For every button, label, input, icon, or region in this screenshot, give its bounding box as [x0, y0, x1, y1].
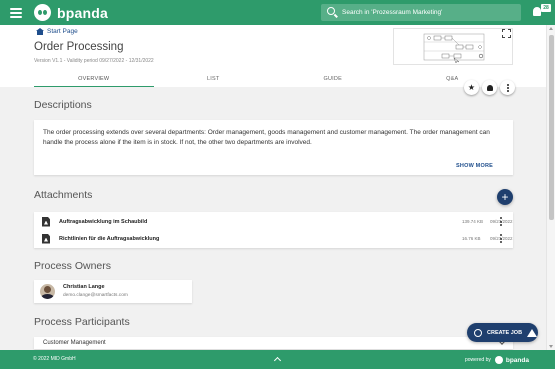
owner-name: Christian Lange: [63, 284, 105, 290]
bpanda-logo[interactable]: bpanda: [34, 4, 108, 21]
show-more-button[interactable]: SHOW MORE: [456, 163, 493, 169]
attachment-row[interactable]: Auftragsabwicklung im Schaubild 139.74 K…: [34, 215, 513, 228]
breadcrumb-label: Start Page: [47, 28, 78, 35]
job-check-icon: [474, 328, 482, 337]
panda-logo-icon: [494, 356, 503, 364]
tab-list[interactable]: LIST: [154, 71, 274, 87]
scroll-down-icon[interactable]: [549, 345, 553, 348]
description-text: The order processing extends over severa…: [43, 129, 490, 146]
image-file-icon: [42, 216, 50, 227]
warning-icon: [527, 328, 538, 337]
scroll-up-icon[interactable]: [549, 27, 553, 30]
search-input[interactable]: [342, 6, 517, 19]
descriptions-heading: Descriptions: [34, 99, 92, 111]
process-owners-heading: Process Owners: [34, 260, 112, 272]
avatar: [40, 284, 55, 299]
panda-logo-icon: [34, 4, 51, 21]
attachments-heading: Attachments: [34, 189, 93, 201]
descriptions-card: The order processing extends over severa…: [34, 120, 513, 175]
scroll-thumb[interactable]: [549, 35, 554, 220]
more-options-icon[interactable]: [500, 80, 515, 95]
participants-group-row[interactable]: Customer Management: [34, 337, 513, 349]
attachment-more-icon[interactable]: [499, 234, 502, 243]
create-job-button[interactable]: CREATE JOB: [467, 323, 538, 342]
scroll-to-top-icon[interactable]: [273, 356, 282, 365]
participant-group-label: Customer Management: [43, 340, 106, 346]
attachment-size: 139.74 KB: [462, 219, 484, 224]
process-participants-heading: Process Participants: [34, 316, 130, 328]
attachment-more-icon[interactable]: [499, 217, 502, 226]
subscribe-bell-icon[interactable]: [482, 80, 497, 95]
version-info: Version V1.1 - Validity period 09/27/202…: [34, 58, 154, 64]
fullscreen-icon[interactable]: [502, 29, 511, 38]
attachment-name[interactable]: Richtlinien für die Auftragsabwicklung: [59, 236, 159, 242]
powered-by: powered by bpanda: [465, 356, 529, 364]
page-scrollbar[interactable]: [546, 25, 555, 350]
process-header: Start Page Order Processing Version V1.1…: [0, 25, 546, 87]
process-tabs: OVERVIEW LIST GUIDE Q&A: [34, 71, 512, 87]
footer-bar: © 2022 MID GmbH powered by bpanda: [0, 350, 555, 369]
create-job-label: CREATE JOB: [487, 329, 523, 336]
add-attachment-button[interactable]: +: [497, 189, 513, 205]
powered-by-label: powered by: [465, 357, 491, 363]
notification-count-badge: 28: [541, 4, 551, 12]
process-diagram-thumbnail[interactable]: [393, 28, 513, 65]
menu-icon[interactable]: [10, 7, 22, 18]
home-icon: [36, 28, 44, 35]
brand-name: bpanda: [57, 4, 108, 21]
attachments-card: Auftragsabwicklung im Schaubild 139.74 K…: [34, 212, 513, 248]
breadcrumb-start-page[interactable]: Start Page: [36, 28, 78, 35]
favorite-star-icon[interactable]: ★: [464, 80, 479, 95]
owner-email: demo.clange@smartfacts.com: [63, 293, 128, 298]
search-icon[interactable]: [327, 7, 335, 15]
tab-guide[interactable]: GUIDE: [273, 71, 393, 87]
attachment-name[interactable]: Auftragsabwicklung im Schaubild: [59, 219, 147, 225]
notifications-bell-icon[interactable]: [533, 7, 541, 16]
attachment-row[interactable]: Richtlinien für die Auftragsabwicklung 1…: [34, 232, 513, 245]
diagram-preview: [423, 33, 485, 64]
page-title: Order Processing: [34, 41, 124, 53]
copyright-text: © 2022 MID GmbH: [33, 356, 76, 362]
pdf-file-icon: [42, 233, 50, 244]
tab-overview[interactable]: OVERVIEW: [34, 71, 154, 87]
attachment-size: 16.76 KB: [462, 236, 481, 241]
powered-by-brand: bpanda: [505, 356, 529, 364]
owner-card[interactable]: Christian Lange demo.clange@smartfacts.c…: [34, 280, 192, 303]
